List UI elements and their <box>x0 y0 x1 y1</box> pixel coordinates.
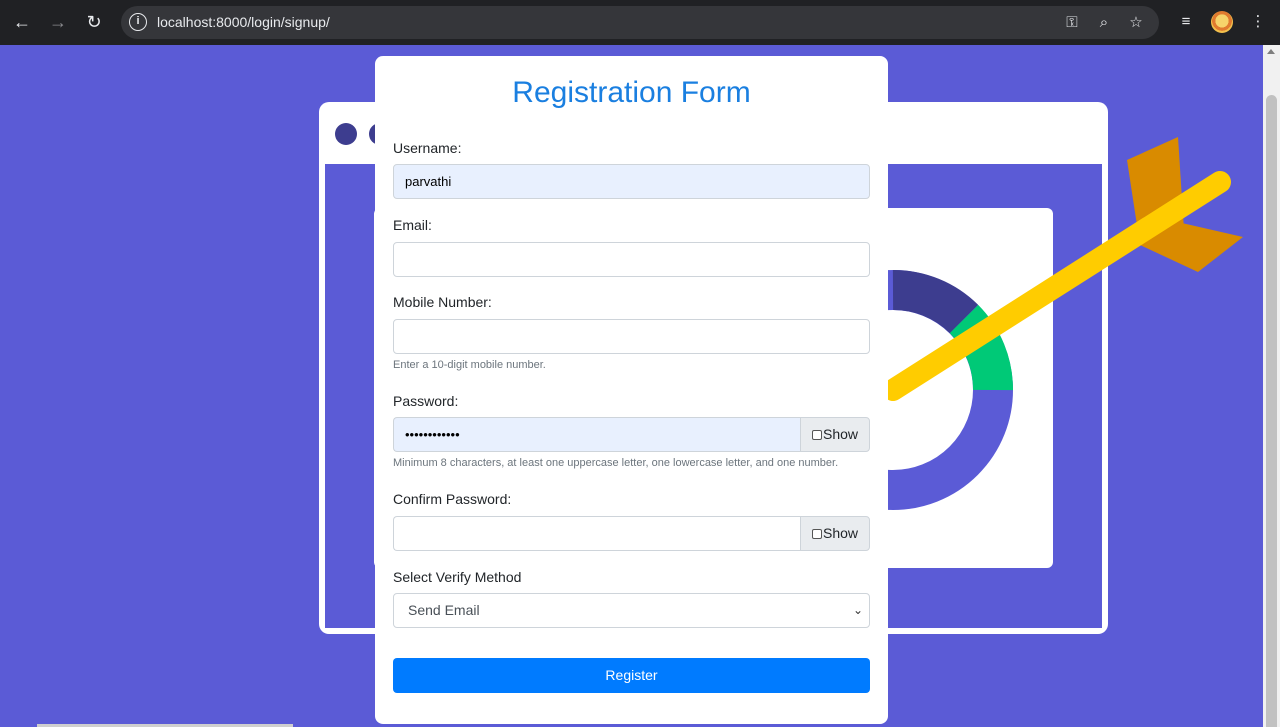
show-confirm-password-checkbox[interactable] <box>812 529 822 539</box>
target-ring-segment <box>892 269 979 334</box>
chevron-down-icon: ⌄ <box>852 603 863 617</box>
scroll-thumb[interactable] <box>1266 95 1277 727</box>
mobile-input[interactable] <box>393 319 870 354</box>
form-title: Registration Form <box>512 76 751 109</box>
show-confirm-password-label: Show <box>823 525 859 541</box>
confirm-password-show-toggle[interactable]: Show <box>800 516 870 551</box>
scroll-up-arrow-icon[interactable] <box>1267 49 1275 54</box>
password-input[interactable]: •••••••••••• <box>393 417 801 452</box>
verify-method-selected: Send Email <box>408 602 480 618</box>
email-label: Email: <box>393 217 432 233</box>
password-label: Password: <box>393 393 459 409</box>
register-button[interactable]: Register <box>393 658 870 693</box>
confirm-password-group: Show <box>393 516 870 551</box>
email-input[interactable] <box>393 242 870 277</box>
username-label: Username: <box>393 140 462 156</box>
mobile-label: Mobile Number: <box>393 294 492 310</box>
mobile-help-text: Enter a 10-digit mobile number. <box>393 359 546 371</box>
password-group: •••••••••••• Show <box>393 417 870 452</box>
registration-form-card: Registration Form Username: parvathi Ema… <box>375 56 888 724</box>
password-help-text: Minimum 8 characters, at least one upper… <box>393 457 839 469</box>
verify-method-label: Select Verify Method <box>393 569 522 585</box>
confirm-password-input[interactable] <box>393 516 801 551</box>
verify-method-select[interactable]: Send Email ⌄ <box>393 593 870 628</box>
page-scrollbar[interactable] <box>1263 45 1280 727</box>
show-password-label: Show <box>823 426 859 442</box>
password-show-toggle[interactable]: Show <box>800 417 870 452</box>
username-input[interactable]: parvathi <box>393 164 870 199</box>
show-password-checkbox[interactable] <box>812 430 822 440</box>
confirm-password-label: Confirm Password: <box>393 491 512 507</box>
